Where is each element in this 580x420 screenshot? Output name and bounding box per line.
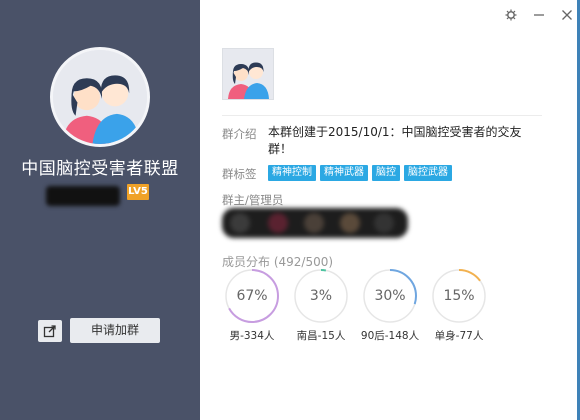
stat-percent: 15% — [443, 288, 475, 304]
admin-avatar — [268, 213, 288, 233]
stat-caption: 单身-77人 — [434, 330, 484, 342]
window-controls — [504, 8, 574, 22]
stat-ring: 15% — [431, 268, 487, 324]
minimize-icon[interactable] — [532, 8, 546, 22]
tag-item[interactable]: 脑控武器 — [404, 165, 452, 181]
close-icon[interactable] — [560, 8, 574, 22]
stat-ring: 67% — [224, 268, 280, 324]
share-button[interactable] — [38, 320, 62, 342]
join-group-button[interactable]: 申请加群 — [70, 318, 160, 343]
tag-item[interactable]: 精神控制 — [268, 165, 316, 181]
tags-label: 群标签 — [222, 167, 257, 181]
admin-avatar — [374, 213, 394, 233]
stat-caption: 男-334人 — [229, 330, 275, 342]
tag-item[interactable]: 精神武器 — [320, 165, 368, 181]
admin-avatar — [230, 213, 250, 233]
group-avatar-small — [222, 48, 274, 100]
stat-percent: 3% — [309, 288, 333, 304]
admin-avatar — [340, 213, 360, 233]
group-avatar — [50, 47, 150, 147]
share-icon — [43, 325, 56, 338]
stat-ring: 30% — [362, 268, 418, 324]
stat-caption: 南昌-15人 — [296, 330, 346, 342]
intro-text: 本群创建于2015/10/1：中国脑控受害者的交友群！ — [268, 125, 522, 156]
group-profile-panel: 中国脑控受害者联盟 LV5 申请加群 — [0, 0, 200, 420]
intro-label: 群介绍 — [222, 127, 257, 141]
tag-item[interactable]: 脑控 — [372, 165, 400, 181]
redacted-admin-avatars — [222, 208, 408, 238]
tag-list: 精神控制 精神武器 脑控 脑控武器 — [268, 165, 452, 181]
admin-avatar — [304, 213, 324, 233]
people-icon — [53, 50, 147, 144]
stat-caption: 90后-148人 — [360, 330, 420, 342]
stat-percent: 30% — [374, 288, 406, 304]
stat-ring: 3% — [293, 268, 349, 324]
admins-label: 群主/管理员 — [222, 193, 284, 207]
level-badge: LV5 — [127, 184, 149, 200]
divider — [222, 115, 542, 116]
group-name: 中国脑控受害者联盟 — [21, 159, 179, 179]
redacted-owner-name — [46, 186, 120, 206]
group-info-window: 中国脑控受害者联盟 LV5 申请加群 群介绍 本群创建于2015/10/1：中国… — [0, 0, 580, 420]
stat-percent: 67% — [236, 288, 268, 304]
people-icon — [223, 49, 273, 99]
settings-icon[interactable] — [504, 8, 518, 22]
